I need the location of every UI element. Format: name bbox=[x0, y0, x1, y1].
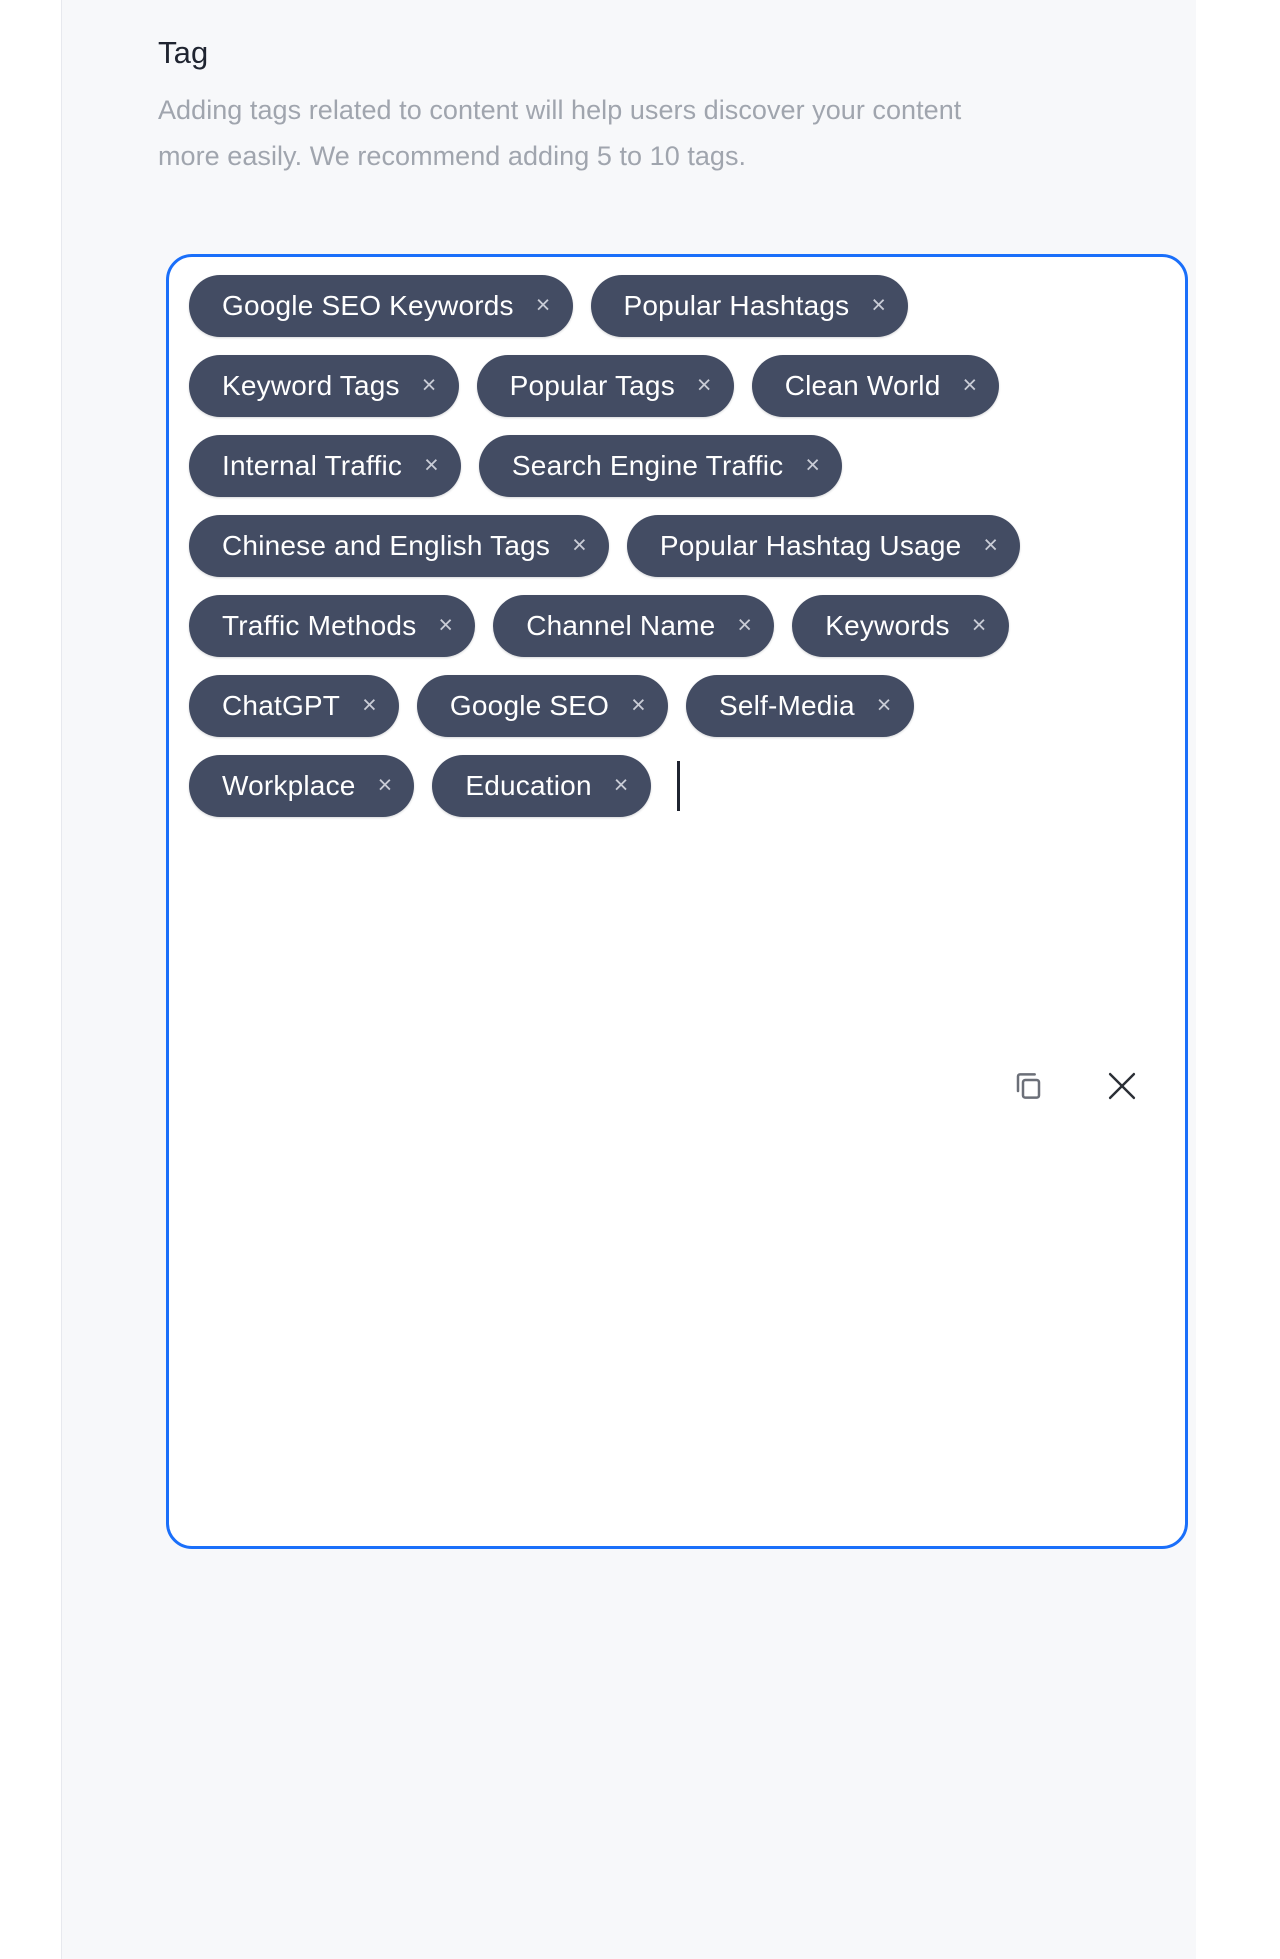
tag-chip[interactable]: Keyword Tags × bbox=[189, 355, 459, 417]
tag-chip-label: Self-Media bbox=[718, 690, 855, 721]
tag-chip-label: ChatGPT bbox=[222, 690, 341, 721]
tag-chip-label: Internal Traffic bbox=[222, 450, 403, 481]
tag-chip[interactable]: Search Engine Traffic × bbox=[478, 435, 843, 497]
tag-chip[interactable]: Education × bbox=[432, 755, 651, 817]
tag-remove-icon[interactable]: × bbox=[536, 292, 551, 318]
tag-chip[interactable]: Chinese and English Tags × bbox=[189, 515, 609, 577]
tag-chip[interactable]: Google SEO × bbox=[416, 675, 668, 737]
tag-chip-label: Keyword Tags bbox=[222, 370, 400, 401]
tag-chip-label: Traffic Methods bbox=[222, 610, 417, 641]
tag-chip-body[interactable]: Google SEO Keywords × bbox=[189, 275, 573, 337]
tag-input-box[interactable]: Google SEO Keywords × Popular Hashtags × Key… bbox=[166, 254, 1188, 1549]
tag-chip-body[interactable]: Clean World × bbox=[751, 355, 1000, 417]
tag-chip-label: Search Engine Traffic bbox=[511, 450, 784, 481]
tag-chip-body[interactable]: Google SEO × bbox=[416, 675, 668, 737]
tag-chip[interactable]: Clean World × bbox=[751, 355, 1000, 417]
tag-remove-icon[interactable]: × bbox=[972, 612, 987, 638]
tag-chip[interactable]: Channel Name × bbox=[493, 595, 775, 657]
left-gutter bbox=[0, 0, 62, 1959]
tag-chip-label: Education bbox=[465, 770, 592, 801]
tag-chip-body[interactable]: Keyword Tags × bbox=[189, 355, 459, 417]
copy-icon[interactable] bbox=[1006, 1064, 1050, 1108]
tag-chip-body[interactable]: Popular Hashtag Usage × bbox=[626, 515, 1021, 577]
right-gutter bbox=[1196, 0, 1280, 1959]
tag-chip-body[interactable]: Education × bbox=[432, 755, 651, 817]
tag-chip[interactable]: Popular Hashtag Usage × bbox=[626, 515, 1021, 577]
tag-chip-label: Google SEO Keywords bbox=[222, 290, 514, 321]
section-description: Adding tags related to content will help… bbox=[158, 95, 962, 171]
panel-content: Tag Adding tags related to content will … bbox=[158, 0, 1228, 179]
tag-chip-label: Clean World bbox=[784, 370, 941, 401]
tag-chip-label: Chinese and English Tags bbox=[222, 530, 551, 561]
tag-chip-body[interactable]: Chinese and English Tags × bbox=[189, 515, 609, 577]
tag-chip[interactable]: Keywords × bbox=[792, 595, 1009, 657]
tag-remove-icon[interactable]: × bbox=[983, 532, 998, 558]
tag-chip-body[interactable]: Popular Hashtags × bbox=[590, 275, 909, 337]
tag-chip-body[interactable]: Channel Name × bbox=[493, 595, 775, 657]
tag-chip-label: Channel Name bbox=[526, 610, 716, 641]
close-icon[interactable] bbox=[1100, 1064, 1144, 1108]
tag-chip-body[interactable]: Internal Traffic × bbox=[189, 435, 461, 497]
tag-chip-label: Workplace bbox=[222, 770, 356, 801]
tag-chip-label: Popular Tags bbox=[509, 370, 675, 401]
tag-chip[interactable]: Traffic Methods × bbox=[189, 595, 476, 657]
text-cursor bbox=[676, 761, 680, 811]
page-title: Tag bbox=[158, 35, 209, 70]
tag-chip-label: Keywords bbox=[825, 610, 950, 641]
tag-chip[interactable]: ChatGPT × bbox=[189, 675, 399, 737]
tag-remove-icon[interactable]: × bbox=[378, 772, 393, 798]
tag-chip[interactable]: Workplace × bbox=[189, 755, 415, 817]
tag-remove-icon[interactable]: × bbox=[614, 772, 629, 798]
tag-chip-label: Google SEO bbox=[449, 690, 610, 721]
tag-chip-body[interactable]: Self-Media × bbox=[685, 675, 914, 737]
tag-chip[interactable]: Popular Hashtags × bbox=[590, 275, 909, 337]
tag-chip-list: Google SEO Keywords × Popular Hashtags × Key… bbox=[189, 275, 1165, 835]
floating-action-group bbox=[1006, 1064, 1144, 1108]
tag-chip-body[interactable]: Search Engine Traffic × bbox=[478, 435, 843, 497]
tag-chip[interactable]: Popular Tags × bbox=[476, 355, 734, 417]
page-root: Tag Adding tags related to content will … bbox=[0, 0, 1280, 1959]
tag-remove-icon[interactable]: × bbox=[631, 692, 646, 718]
tag-remove-icon[interactable]: × bbox=[737, 612, 752, 638]
tag-remove-icon[interactable]: × bbox=[422, 372, 437, 398]
tag-chip-body[interactable]: ChatGPT × bbox=[189, 675, 399, 737]
tag-remove-icon[interactable]: × bbox=[362, 692, 377, 718]
tag-chip[interactable]: Google SEO Keywords × bbox=[189, 275, 573, 337]
tag-remove-icon[interactable]: × bbox=[424, 452, 439, 478]
tag-chip-body[interactable]: Keywords × bbox=[792, 595, 1009, 657]
tag-chip-body[interactable]: Popular Tags × bbox=[476, 355, 734, 417]
tag-chip-body[interactable]: Workplace × bbox=[189, 755, 415, 817]
tag-chip-body[interactable]: Traffic Methods × bbox=[189, 595, 476, 657]
tag-remove-icon[interactable]: × bbox=[572, 532, 587, 558]
tag-settings-panel: Tag Adding tags related to content will … bbox=[62, 0, 1196, 1959]
tag-remove-icon[interactable]: × bbox=[877, 692, 892, 718]
tag-remove-icon[interactable]: × bbox=[962, 372, 977, 398]
tag-remove-icon[interactable]: × bbox=[805, 452, 820, 478]
tag-chip[interactable]: Self-Media × bbox=[685, 675, 914, 737]
tag-chip[interactable]: Internal Traffic × bbox=[189, 435, 461, 497]
tag-remove-icon[interactable]: × bbox=[871, 292, 886, 318]
tag-remove-icon[interactable]: × bbox=[697, 372, 712, 398]
tag-chip-label: Popular Hashtag Usage bbox=[659, 530, 962, 561]
tag-remove-icon[interactable]: × bbox=[438, 612, 453, 638]
tag-chip-label: Popular Hashtags bbox=[623, 290, 850, 321]
